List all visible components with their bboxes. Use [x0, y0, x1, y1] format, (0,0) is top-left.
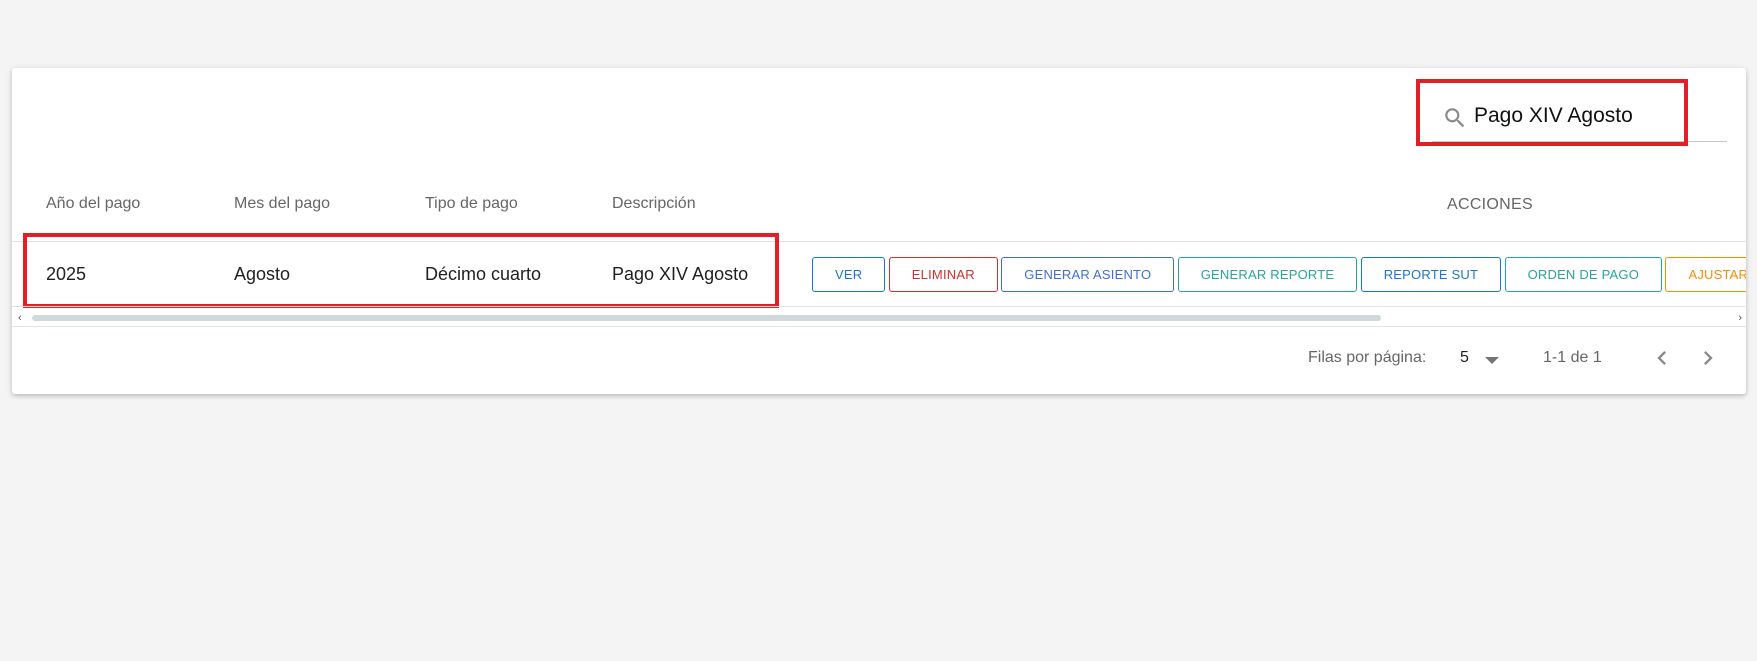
sut-report-button[interactable]: REPORTE SUT: [1360, 257, 1502, 292]
scroll-right-icon[interactable]: ›: [1738, 311, 1742, 325]
adjust-value-button[interactable]: AJUSTAR VALOR A: [1665, 257, 1746, 292]
generate-report-button[interactable]: GENERAR REPORTE: [1177, 257, 1358, 292]
cell-description: Pago XIV Agosto: [612, 264, 749, 284]
header-actions: ACCIONES: [1447, 196, 1533, 213]
cell-year: 2025: [46, 264, 87, 284]
rows-per-page-select[interactable]: 5: [1460, 349, 1469, 367]
search-field[interactable]: [1426, 82, 1727, 142]
cell-month: Agosto: [234, 264, 291, 284]
chevron-left-icon[interactable]: [1648, 344, 1676, 372]
search-underline: [1432, 141, 1727, 142]
row-actions: VER ELIMINAR GENERAR ASIENTO GENERAR REP…: [812, 257, 1746, 293]
chevron-right-icon[interactable]: [1694, 344, 1722, 372]
header-year[interactable]: Año del pago: [46, 195, 140, 213]
scroll-left-icon[interactable]: ‹: [18, 311, 22, 325]
horizontal-scrollbar[interactable]: ‹ ›: [12, 311, 1746, 325]
data-table-card: Año del pago Mes del pago Tipo de pago D…: [12, 68, 1746, 394]
divider: [12, 306, 1746, 307]
divider: [12, 241, 1746, 242]
divider: [12, 326, 1746, 327]
header-description[interactable]: Descripción: [612, 195, 696, 213]
delete-button[interactable]: ELIMINAR: [888, 257, 998, 292]
view-button[interactable]: VER: [812, 257, 886, 292]
payment-order-button[interactable]: ORDEN DE PAGO: [1504, 257, 1663, 292]
cell-type: Décimo cuarto: [425, 264, 542, 284]
chevron-down-icon[interactable]: [1485, 357, 1499, 364]
search-icon: [1445, 108, 1465, 128]
search-input[interactable]: [1474, 100, 1704, 132]
rows-per-page-label: Filas por página:: [1308, 349, 1427, 366]
header-type[interactable]: Tipo de pago: [425, 195, 518, 213]
pagination-range: 1-1 de 1: [1543, 349, 1602, 366]
scroll-thumb[interactable]: [32, 315, 1381, 321]
header-month[interactable]: Mes del pago: [234, 195, 330, 213]
generate-entry-button[interactable]: GENERAR ASIENTO: [1001, 257, 1175, 292]
